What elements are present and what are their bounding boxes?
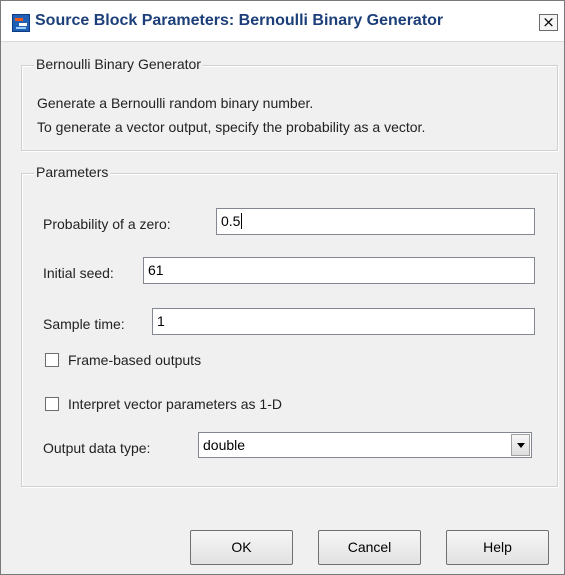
help-button[interactable]: Help <box>446 530 549 565</box>
output-data-type-label: Output data type: <box>43 440 151 456</box>
description-group: Bernoulli Binary Generator Generate a Be… <box>21 56 558 151</box>
output-data-type-value: double <box>203 437 246 453</box>
frame-based-label[interactable]: Frame-based outputs <box>68 352 201 368</box>
sample-time-label: Sample time: <box>43 316 125 332</box>
interpret-1d-checkbox[interactable] <box>45 397 59 411</box>
initial-seed-field[interactable]: 61 <box>143 257 535 284</box>
close-button[interactable]: × <box>539 14 558 31</box>
ok-button[interactable]: OK <box>190 530 293 565</box>
parameters-group-legend: Parameters <box>34 164 111 180</box>
frame-based-checkbox[interactable] <box>45 353 59 367</box>
dialog-window: Source Block Parameters: Bernoulli Binar… <box>0 0 565 575</box>
initial-seed-value: 61 <box>148 262 164 278</box>
probability-field[interactable]: 0.5 <box>216 208 535 235</box>
text-caret <box>241 213 243 229</box>
interpret-1d-label[interactable]: Interpret vector parameters as 1-D <box>68 396 282 412</box>
window-title: Source Block Parameters: Bernoulli Binar… <box>35 12 444 29</box>
cancel-button[interactable]: Cancel <box>318 530 421 565</box>
probability-label: Probability of a zero: <box>43 216 171 232</box>
description-group-legend: Bernoulli Binary Generator <box>34 56 203 72</box>
parameters-group: Parameters Probability of a zero: 0.5 In… <box>21 164 558 487</box>
description-line-1: Generate a Bernoulli random binary numbe… <box>37 95 314 111</box>
initial-seed-label: Initial seed: <box>43 265 114 281</box>
simulink-block-icon <box>12 14 30 32</box>
chevron-down-icon[interactable] <box>511 434 530 456</box>
title-bar[interactable]: Source Block Parameters: Bernoulli Binar… <box>1 1 564 42</box>
output-data-type-select[interactable]: double <box>198 432 532 458</box>
sample-time-value: 1 <box>157 313 165 329</box>
probability-value: 0.5 <box>221 213 241 229</box>
description-line-2: To generate a vector output, specify the… <box>37 119 426 135</box>
sample-time-field[interactable]: 1 <box>152 308 535 335</box>
